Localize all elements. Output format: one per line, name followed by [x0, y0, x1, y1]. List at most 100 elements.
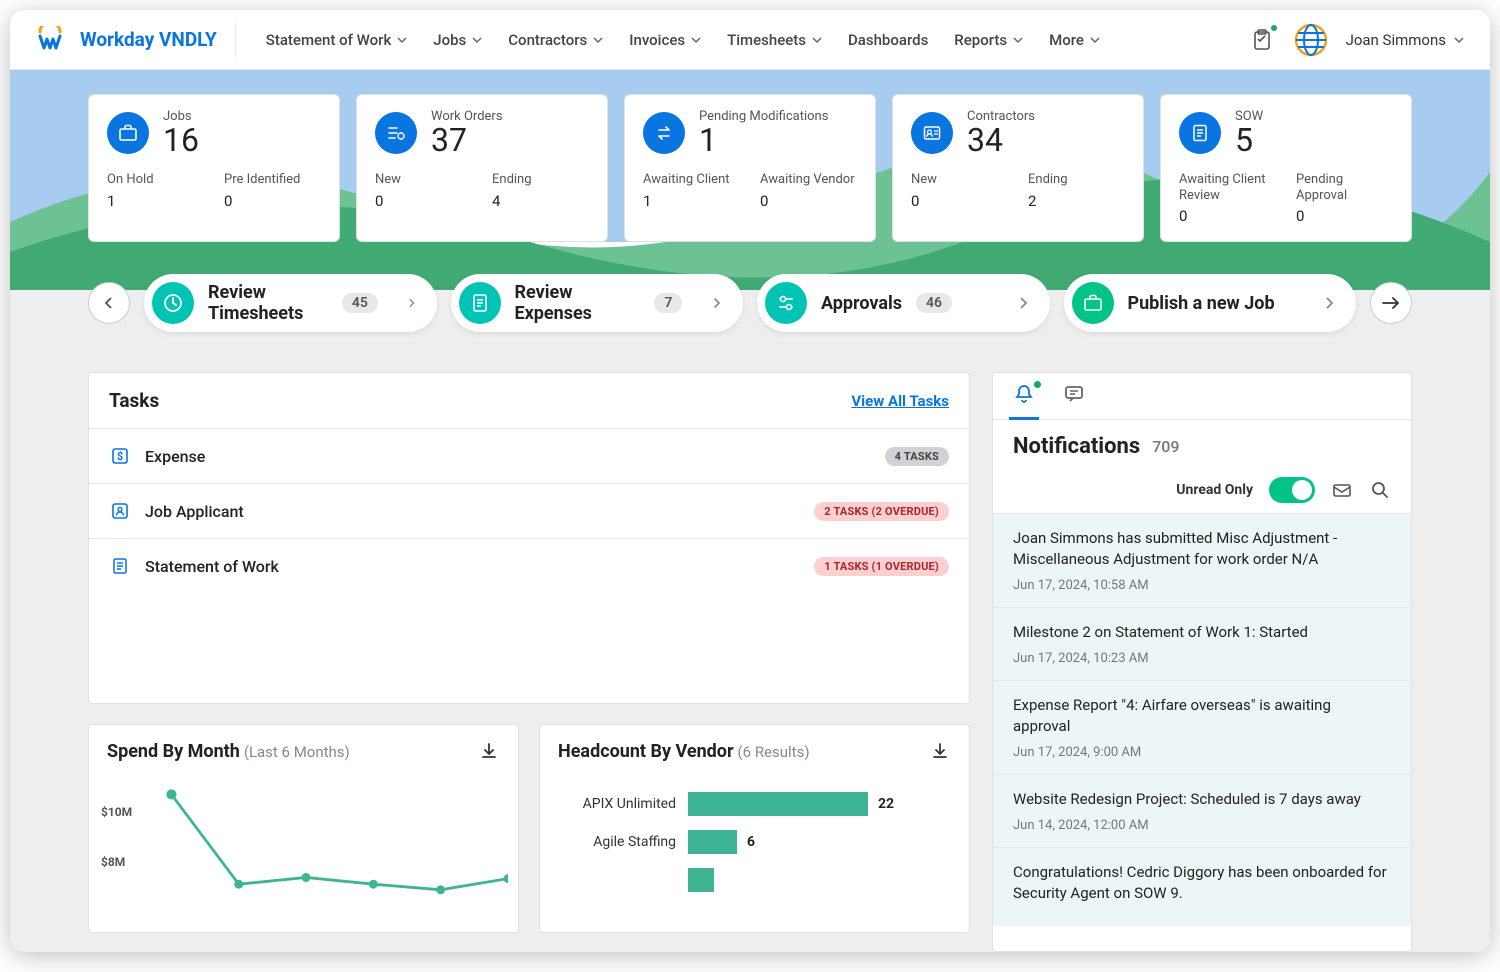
vendor-bar	[688, 868, 714, 892]
swap-icon	[643, 112, 685, 154]
notifications-count: 709	[1152, 437, 1179, 456]
stat-value: 5	[1235, 124, 1263, 156]
notifications-title: Notifications	[1013, 434, 1140, 459]
notification-message: Joan Simmons has submitted Misc Adjustme…	[1013, 528, 1391, 570]
mark-read-icon[interactable]	[1331, 479, 1353, 501]
search-icon[interactable]	[1369, 479, 1391, 501]
document-list-icon	[109, 555, 131, 577]
nav-timesheets[interactable]: Timesheets	[715, 23, 834, 57]
nav-links: Statement of Work Jobs Contractors Invoi…	[254, 23, 1112, 57]
nav-label: Invoices	[629, 31, 685, 49]
tab-messages[interactable]	[1063, 383, 1085, 419]
clock-icon	[152, 282, 194, 324]
notification-item[interactable]: Milestone 2 on Statement of Work 1: Star…	[993, 607, 1411, 680]
action-review-expenses[interactable]: Review Expenses 7	[451, 274, 744, 332]
task-label: Expense	[145, 447, 871, 466]
pill-label: Review Expenses	[515, 282, 641, 324]
notification-time: Jun 17, 2024, 10:23 AM	[1013, 651, 1391, 666]
notification-message: Expense Report "4: Airfare overseas" is …	[1013, 695, 1391, 737]
nav-more[interactable]: More	[1037, 23, 1112, 57]
briefcase-plus-icon	[1072, 282, 1114, 324]
notification-tabs	[993, 373, 1411, 420]
hero-banner: Jobs 16 On Hold1 Pre Identified0 Work Or…	[10, 70, 1490, 242]
svg-text:$: $	[117, 450, 123, 463]
user-area: Joan Simmons	[1248, 23, 1464, 57]
nav-invoices[interactable]: Invoices	[617, 23, 713, 57]
view-all-tasks-link[interactable]: View All Tasks	[851, 392, 949, 410]
nav-dashboards[interactable]: Dashboards	[836, 23, 940, 57]
tab-notifications[interactable]	[1013, 383, 1035, 419]
pill-count: 45	[342, 293, 378, 313]
notification-item[interactable]: Congratulations! Cedric Diggory has been…	[993, 847, 1411, 926]
pill-count: 46	[916, 293, 952, 313]
brand-logo[interactable]: Workday VNDLY	[36, 22, 236, 58]
nav-jobs[interactable]: Jobs	[421, 23, 494, 57]
scroll-left-button[interactable]	[88, 282, 130, 324]
main-content: Tasks View All Tasks $ Expense 4 TASKS J…	[10, 350, 1490, 952]
notification-time: Jun 17, 2024, 9:00 AM	[1013, 745, 1391, 760]
chevron-down-icon	[1090, 35, 1100, 45]
notification-item[interactable]: Expense Report "4: Airfare overseas" is …	[993, 680, 1411, 774]
stat-value: 16	[163, 124, 199, 156]
chevron-down-icon	[472, 35, 482, 45]
chevron-down-icon	[812, 35, 822, 45]
chevron-down-icon	[691, 35, 701, 45]
nav-label: Jobs	[433, 31, 466, 49]
notification-message: Website Redesign Project: Scheduled is 7…	[1013, 789, 1391, 810]
action-publish-job[interactable]: Publish a new Job	[1064, 274, 1357, 332]
chart-subtitle: (6 Results)	[738, 743, 810, 761]
globe-icon[interactable]	[1294, 23, 1328, 57]
notification-message: Congratulations! Cedric Diggory has been…	[1013, 862, 1391, 904]
action-approvals[interactable]: Approvals 46	[757, 274, 1050, 332]
headcount-row: Agile Staffing 6	[556, 830, 953, 854]
vendor-value: 6	[747, 834, 755, 850]
notification-list[interactable]: Joan Simmons has submitted Misc Adjustme…	[993, 513, 1411, 951]
download-icon[interactable]	[480, 742, 500, 762]
pill-label: Approvals	[821, 293, 902, 314]
notifications-card: Notifications 709 Unread Only	[992, 372, 1412, 952]
stat-pending-modifications[interactable]: Pending Modifications 1 Awaiting Client1…	[624, 94, 876, 242]
unread-only-label: Unread Only	[1176, 482, 1253, 498]
notification-item[interactable]: Joan Simmons has submitted Misc Adjustme…	[993, 514, 1411, 607]
tasks-card: Tasks View All Tasks $ Expense 4 TASKS J…	[88, 372, 970, 704]
scroll-right-button[interactable]	[1370, 282, 1412, 324]
task-job-applicant[interactable]: Job Applicant 2 TASKS (2 OVERDUE)	[89, 483, 969, 538]
sliders-icon	[765, 282, 807, 324]
stat-value: 34	[967, 124, 1035, 156]
y-tick: $10M	[101, 805, 132, 819]
task-badge: 2 TASKS (2 OVERDUE)	[814, 502, 949, 521]
pill-count: 7	[654, 293, 682, 313]
chat-icon	[1063, 383, 1085, 405]
headcount-row: APIX Unlimited 22	[556, 792, 953, 816]
task-label: Job Applicant	[145, 502, 800, 521]
stat-work-orders[interactable]: Work Orders 37 New0 Ending4	[356, 94, 608, 242]
chart-subtitle: (Last 6 Months)	[244, 743, 350, 761]
vendor-bar	[688, 792, 868, 816]
tasks-title: Tasks	[109, 389, 159, 412]
stat-contractors[interactable]: Contractors 34 New0 Ending2	[892, 94, 1144, 242]
download-icon[interactable]	[931, 742, 951, 762]
nav-statement-of-work[interactable]: Statement of Work	[254, 23, 420, 57]
chevron-right-icon	[406, 296, 417, 310]
spend-chart-card: Spend By Month (Last 6 Months) $10M $8M	[88, 724, 519, 933]
top-nav: Workday VNDLY Statement of Work Jobs Con…	[10, 10, 1490, 70]
stat-jobs[interactable]: Jobs 16 On Hold1 Pre Identified0	[88, 94, 340, 242]
clipboard-icon[interactable]	[1248, 26, 1276, 54]
chevron-down-icon	[1454, 35, 1464, 45]
nav-contractors[interactable]: Contractors	[496, 23, 615, 57]
brand-name: Workday VNDLY	[80, 28, 217, 51]
task-sow[interactable]: Statement of Work 1 TASKS (1 OVERDUE)	[89, 538, 969, 593]
task-expense[interactable]: $ Expense 4 TASKS	[89, 428, 969, 483]
bell-icon	[1013, 383, 1035, 405]
unread-only-toggle[interactable]	[1269, 477, 1315, 503]
task-label: Statement of Work	[145, 557, 800, 576]
y-tick: $8M	[101, 855, 125, 869]
nav-label: Timesheets	[727, 31, 806, 49]
user-menu[interactable]: Joan Simmons	[1346, 31, 1464, 49]
action-review-timesheets[interactable]: Review Timesheets 45	[144, 274, 437, 332]
nav-label: Contractors	[508, 31, 587, 49]
stat-sow[interactable]: SOW 5 Awaiting Client Review0 Pending Ap…	[1160, 94, 1412, 242]
nav-reports[interactable]: Reports	[942, 23, 1035, 57]
notification-item[interactable]: Website Redesign Project: Scheduled is 7…	[993, 774, 1411, 847]
pill-label: Publish a new Job	[1128, 293, 1275, 314]
